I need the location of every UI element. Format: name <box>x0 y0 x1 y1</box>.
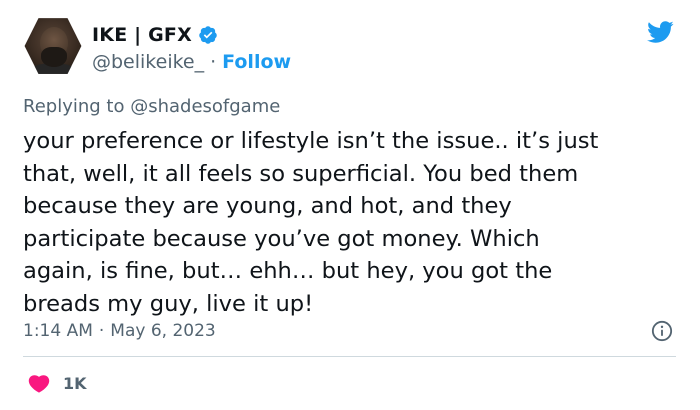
meta-separator: · <box>98 321 105 341</box>
tweet-card: IKE | GFX @belikeike_ · Follow Replying … <box>0 0 700 410</box>
heart-icon[interactable] <box>28 373 50 393</box>
like-count: 1K <box>63 373 87 393</box>
divider <box>23 356 676 357</box>
info-icon[interactable] <box>651 320 673 342</box>
like-action[interactable]: 1K <box>28 370 87 396</box>
tweet-text: your preference or lifestyle isn’t the i… <box>23 128 599 317</box>
avatar-beard <box>41 47 67 67</box>
handle-separator: · <box>210 51 217 73</box>
verified-badge-icon <box>198 25 218 45</box>
twitter-bird-icon[interactable] <box>644 18 676 46</box>
replying-to-label[interactable]: Replying to @shadesofgame <box>23 96 280 117</box>
tweet-meta: 1:14 AM · May 6, 2023 <box>23 318 216 344</box>
tweet-date[interactable]: May 6, 2023 <box>110 321 215 341</box>
author-name-row: IKE | GFX <box>92 22 218 48</box>
author-handle-row: @belikeike_ · Follow <box>92 49 291 75</box>
author-handle[interactable]: @belikeike_ <box>92 51 204 73</box>
follow-button[interactable]: Follow <box>222 51 291 73</box>
author-display-name[interactable]: IKE | GFX <box>92 24 192 46</box>
avatar[interactable] <box>24 18 82 74</box>
tweet-time[interactable]: 1:14 AM <box>23 321 93 341</box>
